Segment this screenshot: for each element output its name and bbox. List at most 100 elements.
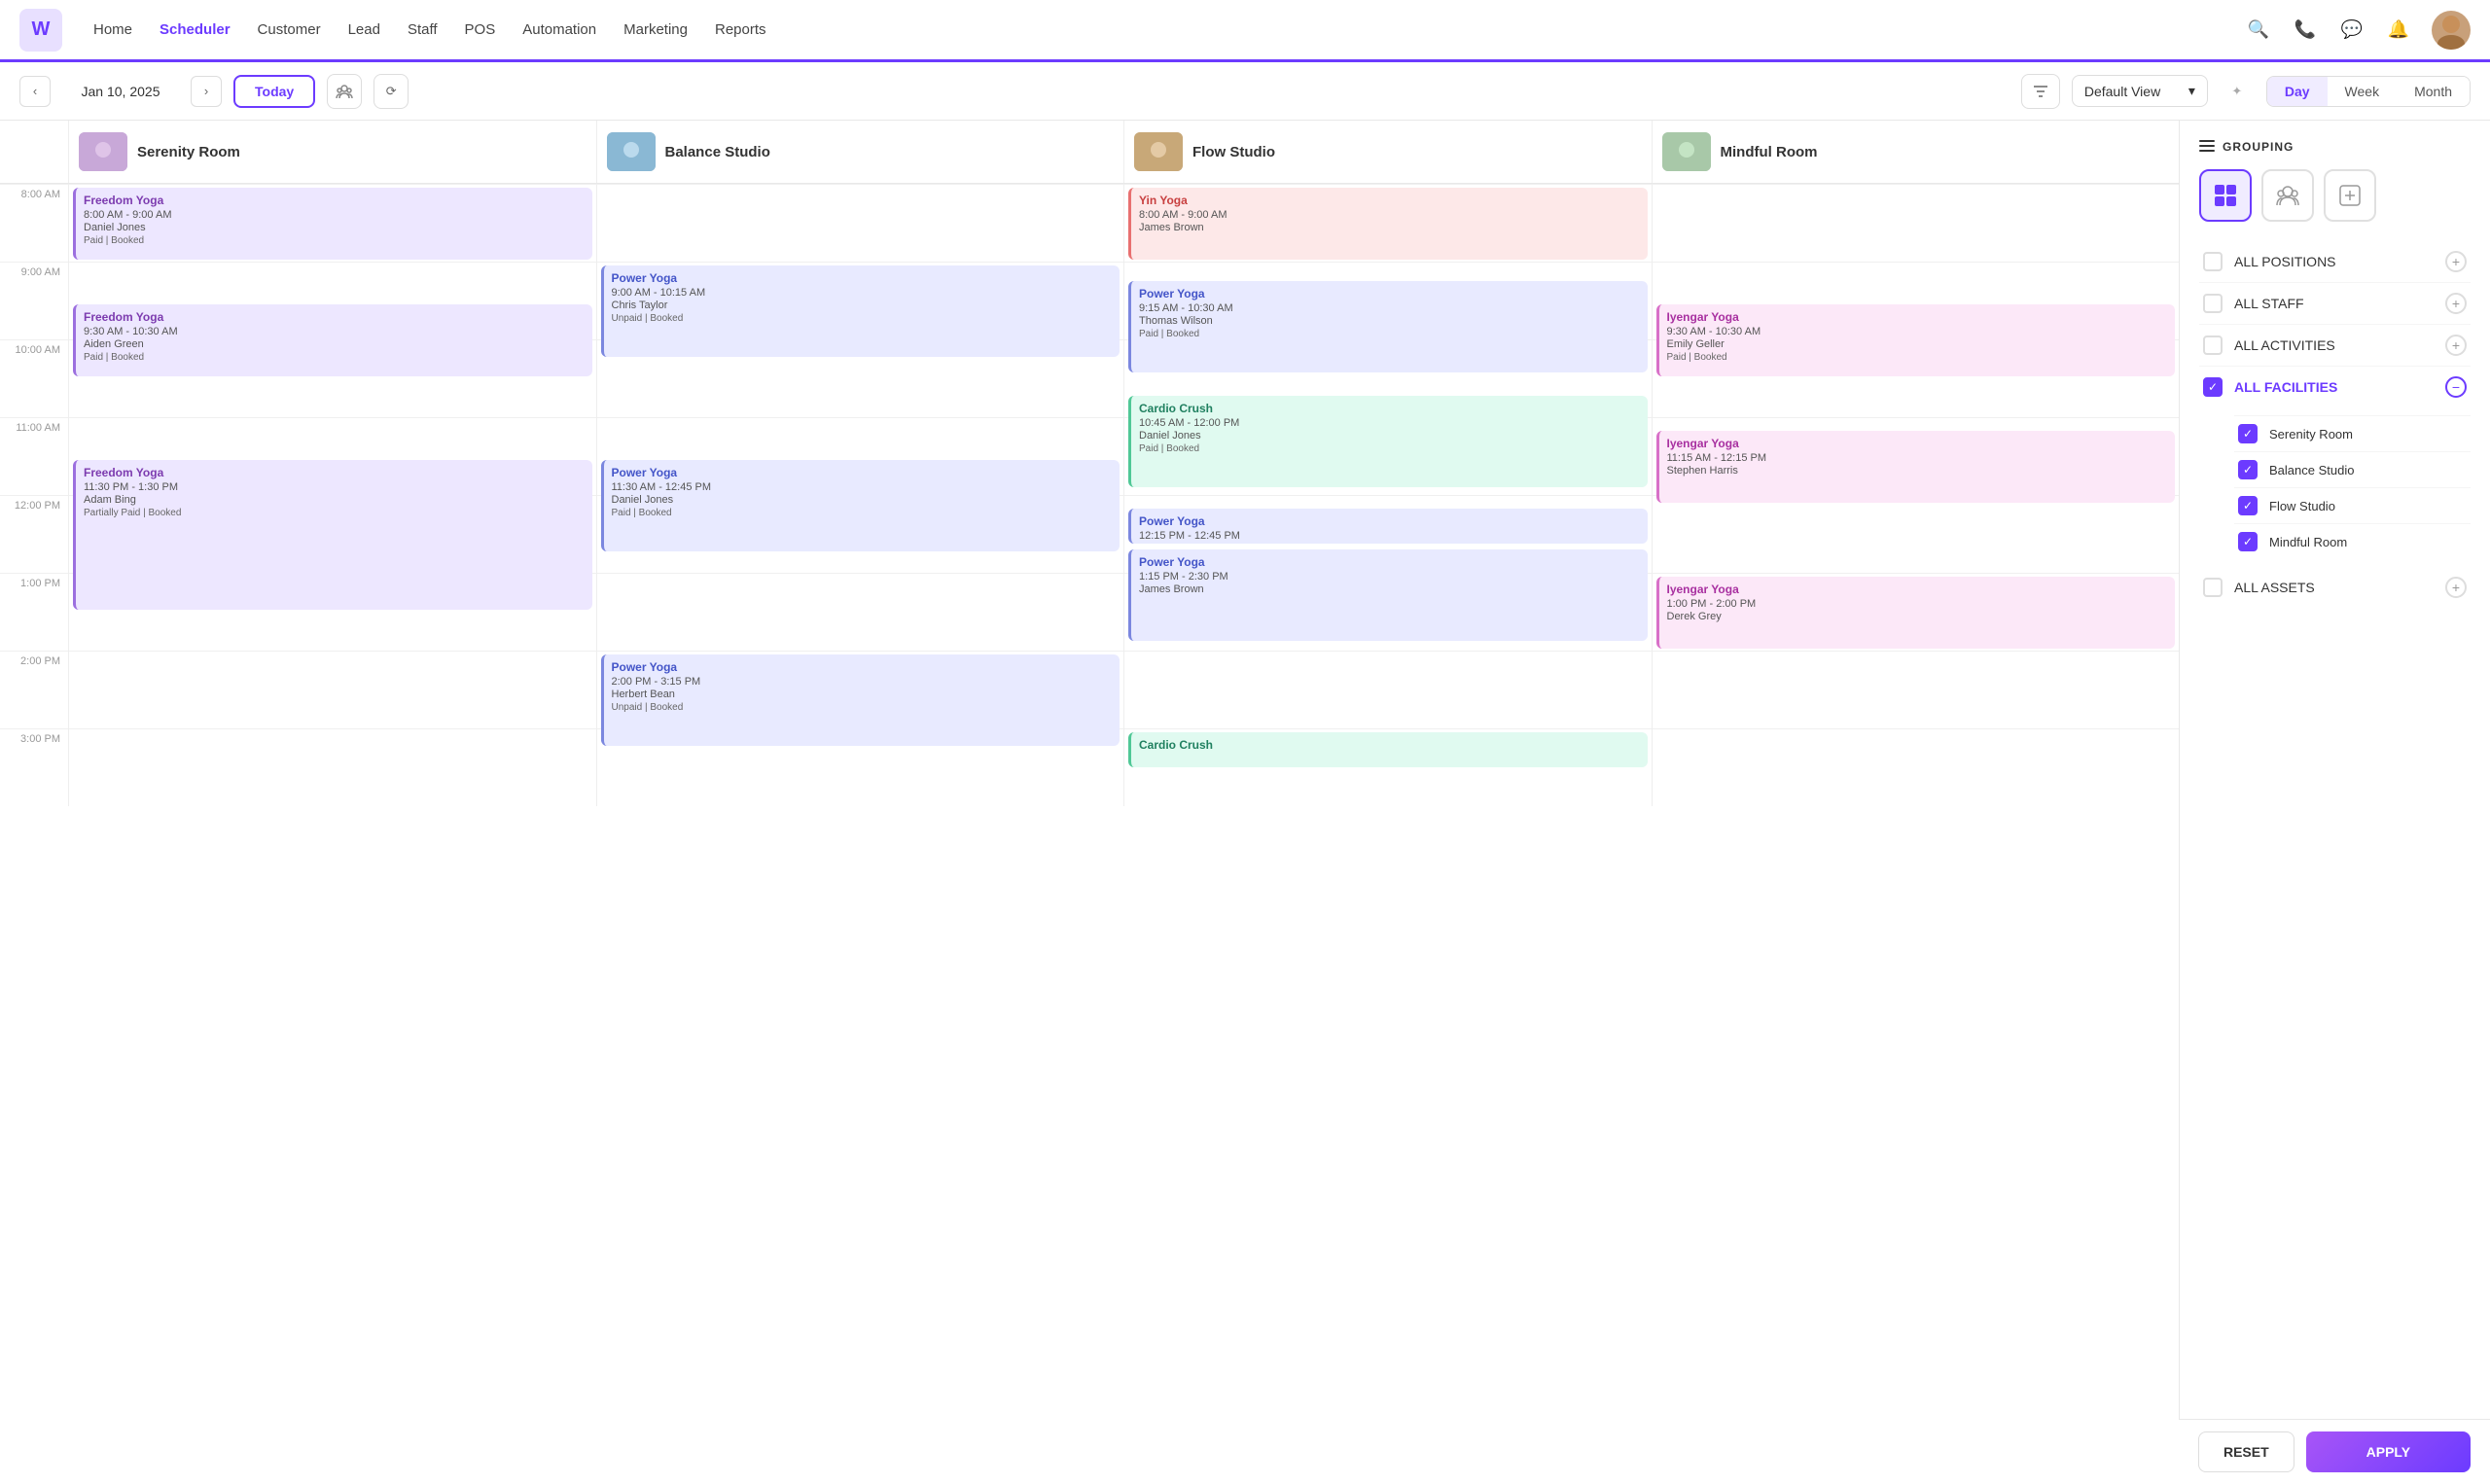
event-b1[interactable]: Power Yoga 9:00 AM - 10:15 AM Chris Tayl…: [601, 265, 1120, 357]
right-panel: GROUPING ALL POSITIONS + ALL STAFF: [2179, 121, 2490, 1480]
filter-balance-studio[interactable]: Balance Studio: [2234, 451, 2471, 487]
room-col-mindful: Iyengar Yoga 9:30 AM - 10:30 AM Emily Ge…: [1652, 184, 2180, 806]
filter-flow-studio[interactable]: Flow Studio: [2234, 487, 2471, 523]
prev-date-button[interactable]: ‹: [19, 76, 51, 107]
event-b2[interactable]: Power Yoga 11:30 AM - 12:45 PM Daniel Jo…: [601, 460, 1120, 551]
add-positions-icon[interactable]: +: [2445, 251, 2467, 272]
staff-view-icon[interactable]: [327, 74, 362, 109]
filter-label-all-assets: ALL ASSETS: [2234, 580, 2445, 595]
grouping-staff-button[interactable]: [2261, 169, 2314, 222]
filter-button[interactable]: [2021, 74, 2060, 109]
event-s3[interactable]: Freedom Yoga 11:30 PM - 1:30 PM Adam Bin…: [73, 460, 592, 610]
checkbox-all-staff[interactable]: [2203, 294, 2223, 313]
room-col-serenity: Freedom Yoga 8:00 AM - 9:00 AM Daniel Jo…: [68, 184, 596, 806]
minus-facilities-icon[interactable]: −: [2445, 376, 2467, 398]
filter-all-staff[interactable]: ALL STAFF +: [2199, 282, 2471, 324]
tab-day[interactable]: Day: [2267, 77, 2328, 106]
label-flow: Flow Studio: [2269, 499, 2467, 513]
filter-all-assets[interactable]: ALL ASSETS +: [2199, 567, 2471, 608]
room-thumb-flow: [1134, 132, 1183, 171]
avatar[interactable]: [2432, 11, 2471, 50]
schedule-body: 8:00 AM 9:00 AM 10:00 AM 11:00 AM 12:00 …: [0, 184, 2179, 806]
time-3pm: 3:00 PM: [0, 728, 68, 806]
whatsapp-icon[interactable]: 💬: [2338, 17, 2366, 44]
nav-marketing[interactable]: Marketing: [623, 21, 688, 38]
room-thumb-balance: [607, 132, 656, 171]
phone-icon[interactable]: 📞: [2292, 17, 2319, 44]
nav-scheduler[interactable]: Scheduler: [160, 21, 231, 38]
filter-label-all-activities: ALL ACTIVITIES: [2234, 337, 2445, 353]
event-b3[interactable]: Power Yoga 2:00 PM - 3:15 PM Herbert Bea…: [601, 654, 1120, 746]
event-f4[interactable]: Power Yoga 12:15 PM - 12:45 PM: [1128, 509, 1648, 544]
reset-button[interactable]: RESET: [2198, 1431, 2294, 1472]
nav-reports[interactable]: Reports: [715, 21, 766, 38]
scheduler: Serenity Room Balance Studio Flow Studio…: [0, 121, 2179, 1480]
room-header-mindful: Mindful Room: [1652, 121, 2180, 183]
event-f2[interactable]: Power Yoga 9:15 AM - 10:30 AM Thomas Wil…: [1128, 281, 1648, 372]
logo[interactable]: W: [19, 9, 62, 52]
tab-month[interactable]: Month: [2397, 77, 2470, 106]
checkbox-all-assets[interactable]: [2203, 578, 2223, 597]
group-icons: [2199, 169, 2471, 222]
filter-label-all-facilities: ALL FACILITIES: [2234, 379, 2445, 395]
tab-week[interactable]: Week: [2328, 77, 2398, 106]
add-staff-icon[interactable]: +: [2445, 293, 2467, 314]
search-icon[interactable]: 🔍: [2245, 17, 2272, 44]
time-column: 8:00 AM 9:00 AM 10:00 AM 11:00 AM 12:00 …: [0, 184, 68, 806]
label-balance: Balance Studio: [2269, 463, 2467, 477]
nav-home[interactable]: Home: [93, 21, 132, 38]
event-f6[interactable]: Cardio Crush: [1128, 732, 1648, 767]
room-thumb-mindful: [1662, 132, 1711, 171]
label-mindful: Mindful Room: [2269, 535, 2467, 549]
time-1pm: 1:00 PM: [0, 573, 68, 651]
filter-all-positions[interactable]: ALL POSITIONS +: [2199, 241, 2471, 282]
checkbox-all-activities[interactable]: [2203, 336, 2223, 355]
checkbox-all-positions[interactable]: [2203, 252, 2223, 271]
filter-serenity-room[interactable]: Serenity Room: [2234, 415, 2471, 451]
grouping-room-button[interactable]: [2199, 169, 2252, 222]
apply-button[interactable]: APPLY: [2306, 1431, 2471, 1472]
event-m3[interactable]: Iyengar Yoga 1:00 PM - 2:00 PM Derek Gre…: [1656, 577, 2176, 649]
event-f1[interactable]: Yin Yoga 8:00 AM - 9:00 AM James Brown: [1128, 188, 1648, 260]
time-12pm: 12:00 PM: [0, 495, 68, 573]
checkbox-serenity[interactable]: [2238, 424, 2258, 443]
grouping-activity-button[interactable]: [2324, 169, 2376, 222]
add-activities-icon[interactable]: +: [2445, 335, 2467, 356]
event-s1[interactable]: Freedom Yoga 8:00 AM - 9:00 AM Daniel Jo…: [73, 188, 592, 260]
room-col-balance: Power Yoga 9:00 AM - 10:15 AM Chris Tayl…: [596, 184, 1124, 806]
nav-lead[interactable]: Lead: [348, 21, 380, 38]
room-name-serenity: Serenity Room: [137, 144, 240, 160]
nav-staff[interactable]: Staff: [408, 21, 438, 38]
checkbox-flow[interactable]: [2238, 496, 2258, 515]
refresh-icon[interactable]: ⟳: [374, 74, 409, 109]
notification-icon[interactable]: 🔔: [2385, 17, 2412, 44]
filter-all-activities[interactable]: ALL ACTIVITIES +: [2199, 324, 2471, 366]
checkbox-balance[interactable]: [2238, 460, 2258, 479]
nav-pos[interactable]: POS: [465, 21, 496, 38]
rooms-grid: Freedom Yoga 8:00 AM - 9:00 AM Daniel Jo…: [68, 184, 2179, 806]
top-nav: W Home Scheduler Customer Lead Staff POS…: [0, 0, 2490, 62]
nav-automation[interactable]: Automation: [522, 21, 596, 38]
label-serenity: Serenity Room: [2269, 427, 2467, 442]
room-header-flow: Flow Studio: [1123, 121, 1652, 183]
favorite-button[interactable]: ✦: [2220, 74, 2255, 109]
event-f5[interactable]: Power Yoga 1:15 PM - 2:30 PM James Brown: [1128, 549, 1648, 641]
checkbox-all-facilities[interactable]: [2203, 377, 2223, 397]
next-date-button[interactable]: ›: [191, 76, 222, 107]
event-s2[interactable]: Freedom Yoga 9:30 AM - 10:30 AM Aiden Gr…: [73, 304, 592, 376]
filter-all-facilities[interactable]: ALL FACILITIES −: [2199, 366, 2471, 407]
nav-customer[interactable]: Customer: [258, 21, 321, 38]
checkbox-mindful[interactable]: [2238, 532, 2258, 551]
date-display: Jan 10, 2025: [62, 84, 179, 99]
view-select[interactable]: Default View ▾: [2072, 75, 2208, 107]
event-f3[interactable]: Cardio Crush 10:45 AM - 12:00 PM Daniel …: [1128, 396, 1648, 487]
view-tabs: Day Week Month: [2266, 76, 2471, 107]
event-m2[interactable]: Iyengar Yoga 11:15 AM - 12:15 PM Stephen…: [1656, 431, 2176, 503]
filter-label-all-staff: ALL STAFF: [2234, 296, 2445, 311]
today-button[interactable]: Today: [233, 75, 315, 108]
add-assets-icon[interactable]: +: [2445, 577, 2467, 598]
main-layout: Serenity Room Balance Studio Flow Studio…: [0, 121, 2490, 1480]
time-8am: 8:00 AM: [0, 184, 68, 262]
event-m1[interactable]: Iyengar Yoga 9:30 AM - 10:30 AM Emily Ge…: [1656, 304, 2176, 376]
filter-mindful-room[interactable]: Mindful Room: [2234, 523, 2471, 559]
